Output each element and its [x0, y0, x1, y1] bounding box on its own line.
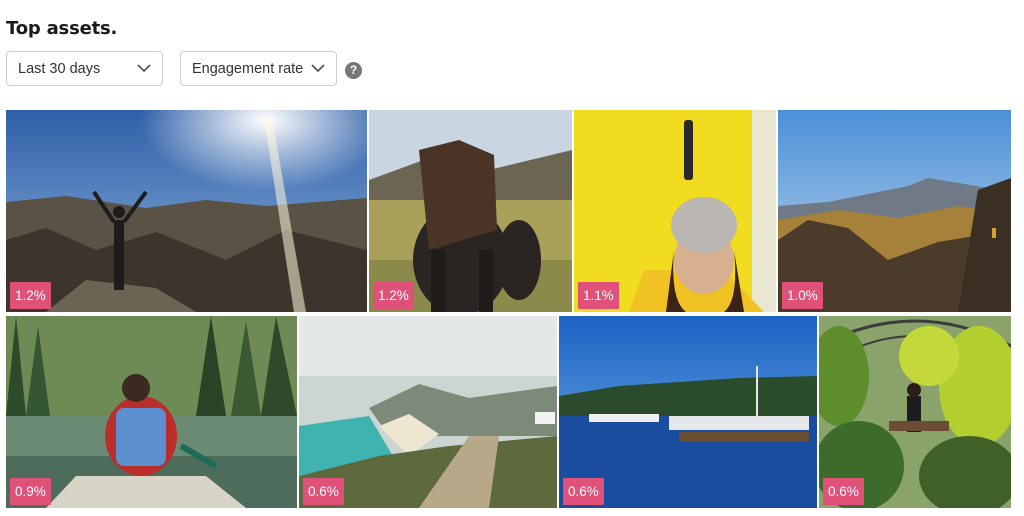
asset-image [6, 110, 367, 312]
asset-tile[interactable]: 0.9% [6, 316, 297, 508]
engagement-rate-badge: 1.2% [10, 282, 51, 309]
engagement-rate-badge: 0.6% [823, 478, 864, 505]
chevron-down-icon [311, 64, 325, 73]
engagement-rate-badge: 1.1% [578, 282, 619, 309]
date-range-select[interactable]: Last 30 days [6, 51, 163, 86]
asset-tile[interactable]: 1.2% [6, 110, 367, 312]
metric-select[interactable]: Engagement rate [180, 51, 337, 86]
metric-value: Engagement rate [192, 60, 304, 77]
engagement-rate-badge: 0.6% [303, 478, 344, 505]
asset-tile[interactable]: 0.6% [559, 316, 817, 508]
asset-tile[interactable]: 1.1% [574, 110, 776, 312]
chevron-down-icon [137, 64, 151, 73]
engagement-rate-badge: 1.0% [782, 282, 823, 309]
top-assets-panel: Top assets. Last 30 days Engagement rate… [0, 0, 1024, 516]
asset-tile[interactable]: 0.6% [299, 316, 557, 508]
asset-tile[interactable]: 1.2% [369, 110, 572, 312]
engagement-rate-badge: 0.6% [563, 478, 604, 505]
question-circle-icon[interactable]: ? [345, 62, 362, 79]
engagement-rate-badge: 1.2% [373, 282, 414, 309]
section-title: Top assets. [6, 18, 118, 39]
asset-tile[interactable]: 1.0% [778, 110, 1011, 312]
engagement-rate-badge: 0.9% [10, 478, 51, 505]
asset-tile[interactable]: 0.6% [819, 316, 1011, 508]
date-range-value: Last 30 days [18, 60, 101, 77]
